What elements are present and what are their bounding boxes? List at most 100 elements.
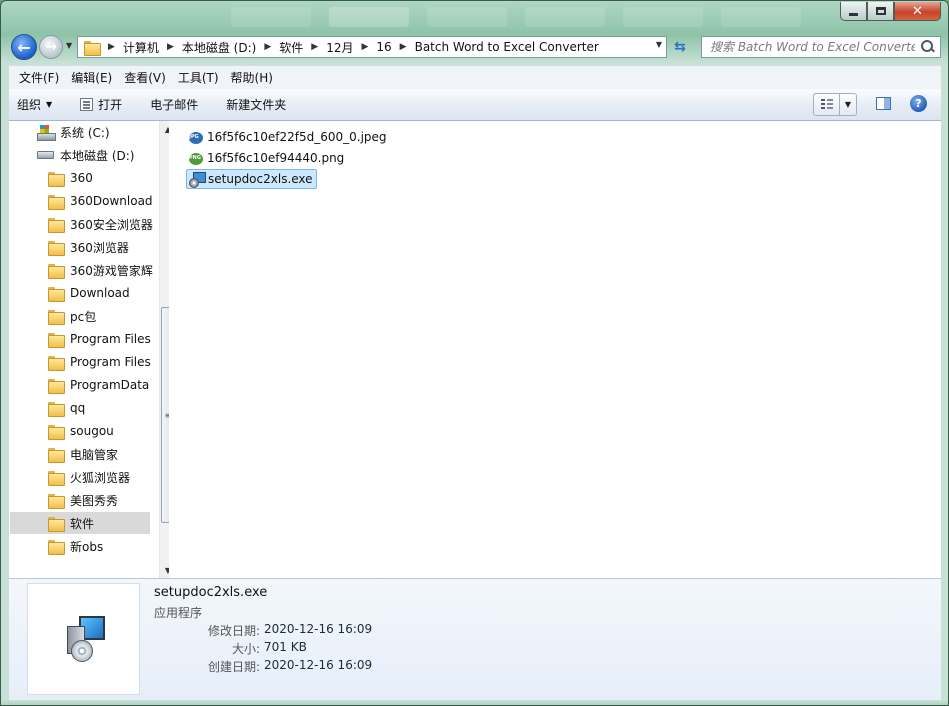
- details-modified: 修改日期: 2020-12-16 16:09: [154, 622, 394, 639]
- email-button[interactable]: 电子邮件: [150, 96, 198, 113]
- file-name: 16f5f6c10ef94440.png: [207, 151, 345, 165]
- menu-tools[interactable]: 工具(T): [172, 69, 225, 86]
- open-button[interactable]: 打开: [80, 96, 122, 113]
- folder-icon: [48, 171, 65, 187]
- new-folder-button[interactable]: 新建文件夹: [226, 96, 286, 113]
- chevron-right-icon[interactable]: ▶: [361, 42, 368, 52]
- tree-item-label: 360浏览器: [70, 240, 129, 255]
- back-button[interactable]: ←: [11, 34, 37, 60]
- tree-item-drive-d[interactable]: 本地磁盘 (D:): [37, 144, 134, 166]
- breadcrumb-drive-d[interactable]: 本地磁盘 (D:): [182, 39, 256, 56]
- menu-file[interactable]: 文件(F): [13, 69, 65, 86]
- organize-button[interactable]: 组织 ▼: [17, 96, 52, 113]
- window-bottom-border: [1, 700, 948, 705]
- open-icon: [80, 98, 94, 111]
- tree-item-drive-c[interactable]: 系统 (C:): [37, 121, 110, 143]
- explorer-window: ✕ ← → ▼ ▶ 计算机 ▶ 本地磁盘 (D:) ▶ 软件 ▶ 12月 ▶ 1…: [0, 0, 949, 706]
- breadcrumb-16[interactable]: 16: [376, 40, 391, 54]
- help-icon[interactable]: ?: [910, 95, 927, 112]
- file-item-selected[interactable]: setupdoc2xls.exe: [186, 169, 317, 189]
- chevron-down-icon: ▼: [46, 100, 53, 109]
- view-dropdown[interactable]: ▼: [840, 94, 856, 115]
- tree-item-folder[interactable]: 360浏览器: [48, 236, 129, 258]
- recent-pages-dropdown[interactable]: ▼: [66, 41, 72, 50]
- forward-button[interactable]: →: [39, 35, 63, 59]
- tree-item-folder[interactable]: 360安全浏览器: [48, 213, 153, 235]
- minimize-icon: [849, 12, 858, 16]
- maximize-icon: [875, 7, 886, 15]
- file-item[interactable]: 16f5f6c10ef22f5d_600_0.jpeg: [186, 127, 390, 147]
- size-label: 大小:: [231, 642, 260, 656]
- tree-item-folder[interactable]: ProgramData: [48, 374, 149, 396]
- maximize-button[interactable]: [867, 2, 894, 21]
- tree-item-folder[interactable]: Program Files: [48, 351, 151, 373]
- tree-item-folder[interactable]: pc包: [48, 305, 96, 327]
- local-drive-icon: [37, 151, 54, 159]
- search-input[interactable]: [710, 40, 915, 54]
- command-bar: 组织 ▼ 打开 电子邮件 新建文件夹 ▼ ?: [9, 89, 941, 121]
- folder-icon: [48, 539, 65, 555]
- tree-item-label: Program Files: [70, 332, 151, 346]
- file-item[interactable]: 16f5f6c10ef94440.png: [186, 148, 347, 168]
- new-folder-label: 新建文件夹: [226, 98, 287, 112]
- breadcrumb-software[interactable]: 软件: [279, 39, 303, 56]
- menu-view[interactable]: 查看(V): [118, 69, 172, 86]
- chevron-right-icon[interactable]: ▶: [108, 42, 115, 52]
- tree-item-label: 火狐浏览器: [70, 470, 131, 485]
- tree-item-folder[interactable]: qq: [48, 397, 85, 419]
- tree-item-folder[interactable]: 新obs: [48, 535, 103, 557]
- tree-item-folder[interactable]: 360Download: [48, 190, 153, 212]
- close-button[interactable]: ✕: [894, 2, 941, 21]
- folder-icon: [48, 378, 65, 394]
- tree-item-label: 系统 (C:): [60, 125, 110, 140]
- search-box[interactable]: [701, 36, 941, 58]
- tree-item-label: 360: [70, 171, 93, 185]
- folder-icon: [48, 194, 65, 210]
- breadcrumb-current-folder[interactable]: Batch Word to Excel Converter: [415, 40, 599, 54]
- folder-icon: [48, 470, 65, 486]
- chevron-right-icon[interactable]: ▶: [311, 42, 318, 52]
- tree-item-label: 本地磁盘 (D:): [60, 148, 135, 163]
- folder-icon: [48, 217, 65, 233]
- tree-item-folder[interactable]: 360游戏管家辉: [48, 259, 153, 281]
- chevron-right-icon[interactable]: ▶: [400, 42, 407, 52]
- details-created: 创建日期: 2020-12-16 16:09: [154, 658, 394, 675]
- file-list: 16f5f6c10ef22f5d_600_0.jpeg 16f5f6c10ef9…: [169, 121, 941, 578]
- tree-item-folder[interactable]: Download: [48, 282, 130, 304]
- tree-item-folder[interactable]: Program Files: [48, 328, 151, 350]
- tree-item-folder[interactable]: 火狐浏览器: [48, 466, 130, 488]
- preview-pane-icon[interactable]: [876, 97, 891, 110]
- tree-item-label: qq: [70, 401, 86, 415]
- breadcrumb-computer[interactable]: 计算机: [123, 39, 159, 56]
- refresh-icon: ⇆: [674, 39, 686, 55]
- refresh-button[interactable]: ⇆: [669, 36, 691, 58]
- organize-label: 组织: [17, 98, 42, 112]
- search-icon[interactable]: [921, 40, 934, 53]
- back-arrow-icon: ←: [17, 37, 31, 57]
- tree-item-folder[interactable]: 360: [48, 167, 93, 189]
- chevron-right-icon[interactable]: ▶: [264, 42, 271, 52]
- address-bar[interactable]: ▶ 计算机 ▶ 本地磁盘 (D:) ▶ 软件 ▶ 12月 ▶ 16 ▶ Batc…: [77, 36, 667, 58]
- folder-icon: [48, 332, 65, 348]
- tree-item-folder-selected[interactable]: 软件: [10, 512, 150, 534]
- tree-item-folder[interactable]: 电脑管家: [48, 443, 118, 465]
- installer-icon: [61, 614, 111, 664]
- view-toggle[interactable]: [814, 94, 840, 115]
- tree-item-folder[interactable]: 美图秀秀: [48, 489, 118, 511]
- folder-icon: [48, 493, 65, 509]
- created-label: 创建日期:: [207, 660, 260, 674]
- menu-help[interactable]: 帮助(H): [225, 69, 279, 86]
- details-file-type: 应用程序: [154, 606, 203, 620]
- chevron-right-icon[interactable]: ▶: [167, 42, 174, 52]
- minimize-button[interactable]: [840, 2, 867, 21]
- folder-icon: [48, 240, 65, 256]
- details-file-name: setupdoc2xls.exe: [154, 585, 268, 600]
- tree-item-label: 美图秀秀: [70, 493, 119, 508]
- address-dropdown-icon[interactable]: ▼: [656, 40, 662, 49]
- tree-item-folder[interactable]: sougou: [48, 420, 114, 442]
- menu-edit[interactable]: 编辑(E): [65, 69, 118, 86]
- breadcrumb-december[interactable]: 12月: [326, 39, 353, 56]
- change-view-button[interactable]: ▼: [813, 93, 857, 116]
- menu-bar: 文件(F) 编辑(E) 查看(V) 工具(T) 帮助(H): [9, 65, 941, 89]
- email-label: 电子邮件: [150, 98, 199, 112]
